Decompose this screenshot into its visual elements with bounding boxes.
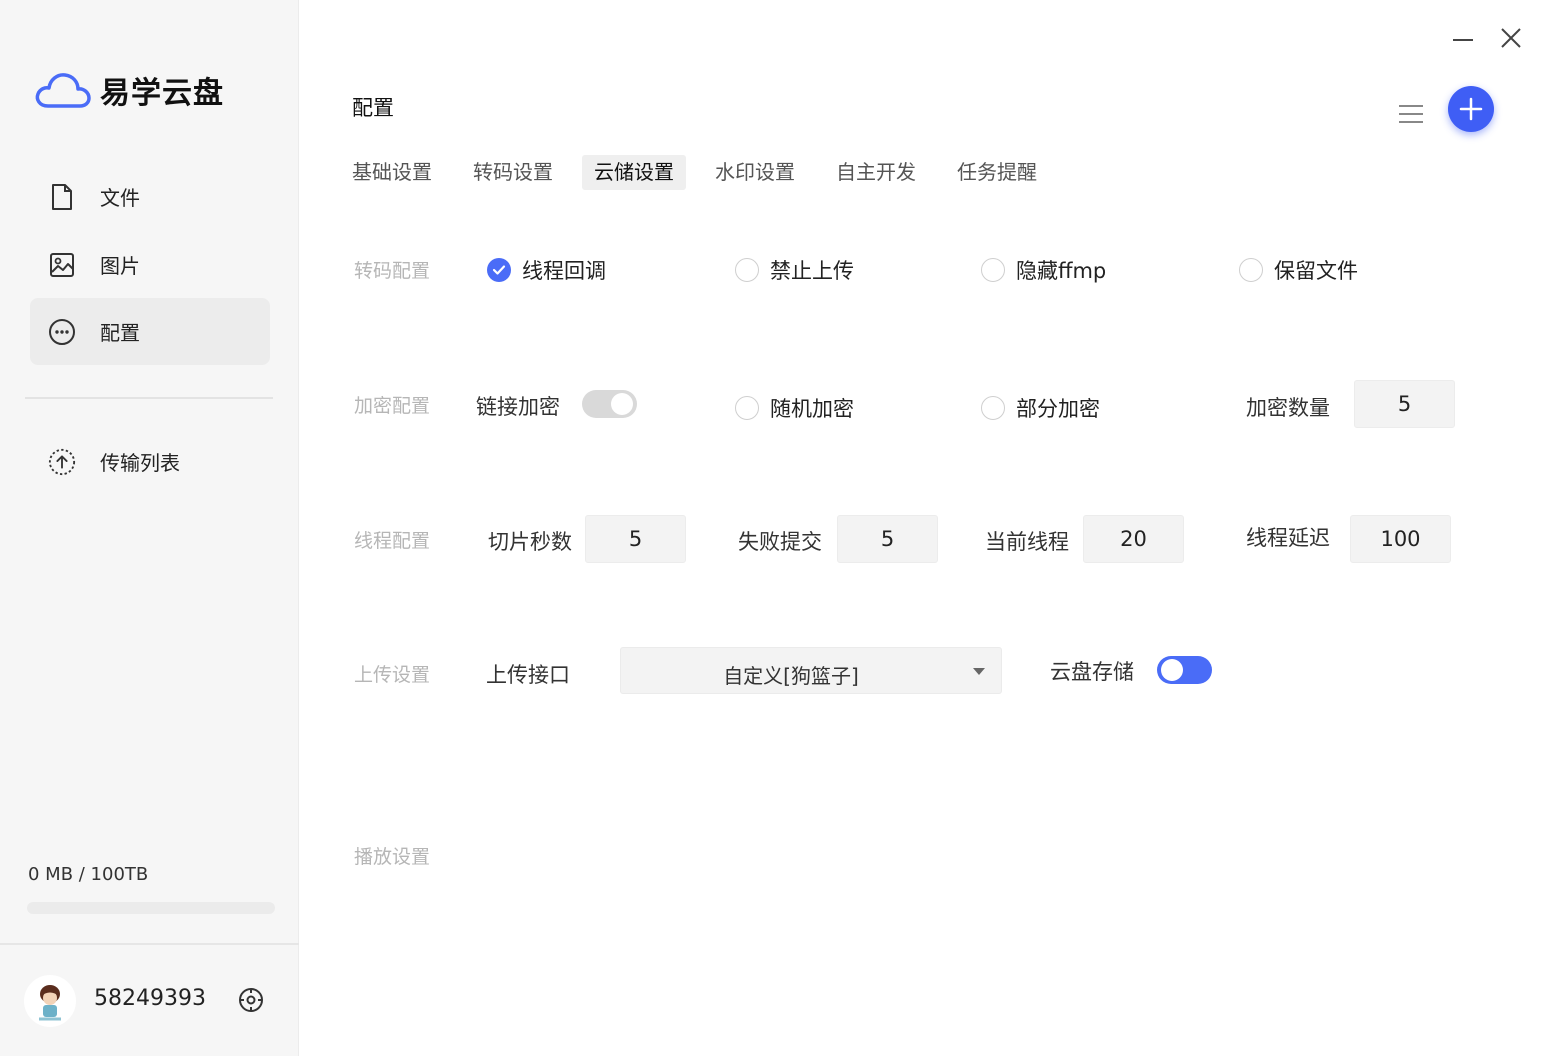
page-title: 配置	[352, 96, 394, 120]
fail-submit-input[interactable]	[837, 515, 938, 563]
sidebar-item-config[interactable]: 配置	[30, 298, 270, 365]
upload-api-select[interactable]: 自定义[狗篮子]	[620, 647, 1002, 694]
tab-transcode-settings[interactable]: 转码设置	[461, 155, 565, 190]
tab-watermark-settings[interactable]: 水印设置	[703, 155, 807, 190]
cloud-storage-label: 云盘存储	[1050, 660, 1134, 684]
upload-api-value: 自定义[狗篮子]	[723, 664, 859, 688]
toggle-knob	[1161, 659, 1183, 681]
sidebar-item-label: 配置	[100, 321, 140, 345]
minimize-icon	[1453, 39, 1473, 41]
sidebar-item-images[interactable]: 图片	[30, 231, 270, 298]
section-label-thread: 线程配置	[354, 530, 431, 552]
option-label: 隐藏ffmp	[1016, 259, 1107, 283]
settings-tabs: 基础设置 转码设置 云储设置 水印设置 自主开发 任务提醒	[340, 155, 1066, 190]
sidebar-item-label: 文件	[100, 186, 140, 210]
option-partial-encrypt[interactable]: 部分加密	[981, 393, 1100, 423]
section-label-transcode: 转码配置	[354, 260, 431, 282]
tab-self-development[interactable]: 自主开发	[824, 155, 928, 190]
encrypt-count-input[interactable]	[1354, 380, 1455, 428]
sidebar-item-files[interactable]: 文件	[30, 163, 270, 230]
checked-radio-icon	[487, 258, 511, 282]
option-forbid-upload[interactable]: 禁止上传	[735, 255, 854, 285]
upload-icon	[48, 448, 76, 476]
avatar[interactable]	[24, 975, 76, 1027]
current-thread-input[interactable]	[1083, 515, 1184, 563]
tab-basic-settings[interactable]: 基础设置	[340, 155, 444, 190]
slice-seconds-label: 切片秒数	[488, 530, 572, 554]
sidebar: 易学云盘 文件 图片 配置 传输列表 0 MB / 100TB 58249393	[0, 0, 299, 1056]
settings-button[interactable]	[237, 986, 265, 1014]
sidebar-footer-divider	[0, 943, 299, 945]
add-button[interactable]	[1448, 86, 1494, 132]
upload-api-label: 上传接口	[486, 663, 570, 687]
cloud-logo-icon	[35, 73, 91, 108]
radio-icon	[981, 396, 1005, 420]
radio-icon	[981, 258, 1005, 282]
username: 58249393	[94, 986, 206, 1011]
encrypt-count-label: 加密数量	[1246, 396, 1330, 420]
storage-progress-bar	[27, 902, 275, 914]
caret-down-icon	[973, 668, 985, 675]
sidebar-item-label: 传输列表	[100, 451, 180, 475]
option-keep-files[interactable]: 保留文件	[1239, 255, 1358, 285]
hamburger-menu-icon	[1399, 105, 1423, 123]
option-label: 随机加密	[770, 397, 854, 421]
more-icon	[48, 318, 76, 346]
tab-task-reminder[interactable]: 任务提醒	[945, 155, 1049, 190]
storage-usage-text: 0 MB / 100TB	[28, 864, 149, 885]
link-encrypt-label: 链接加密	[476, 395, 560, 419]
option-label: 保留文件	[1274, 259, 1358, 283]
section-label-play: 播放设置	[354, 846, 431, 868]
thread-delay-label: 线程延迟	[1246, 526, 1330, 550]
close-button[interactable]	[1497, 24, 1525, 52]
tab-cloud-storage-settings[interactable]: 云储设置	[582, 155, 686, 190]
option-label: 部分加密	[1016, 397, 1100, 421]
sidebar-item-label: 图片	[100, 254, 140, 278]
image-icon	[48, 251, 76, 279]
radio-icon	[735, 258, 759, 282]
option-hide-ffmp[interactable]: 隐藏ffmp	[981, 255, 1106, 285]
thread-delay-input[interactable]	[1350, 515, 1451, 563]
close-icon	[1501, 28, 1521, 48]
option-label: 禁止上传	[770, 259, 854, 283]
radio-icon	[735, 396, 759, 420]
plus-icon	[1459, 97, 1483, 121]
slice-seconds-input[interactable]	[585, 515, 686, 563]
toggle-knob	[611, 393, 633, 415]
fail-submit-label: 失败提交	[738, 530, 822, 554]
file-icon	[48, 183, 76, 211]
radio-icon	[1239, 258, 1263, 282]
sidebar-item-transfer-list[interactable]: 传输列表	[30, 428, 270, 495]
cloud-storage-toggle[interactable]	[1157, 656, 1212, 684]
link-encrypt-toggle[interactable]	[582, 390, 637, 418]
section-label-encrypt: 加密配置	[354, 395, 431, 417]
section-label-upload: 上传设置	[354, 664, 431, 686]
menu-button[interactable]	[1396, 100, 1426, 128]
option-thread-callback[interactable]: 线程回调	[487, 255, 606, 285]
current-thread-label: 当前线程	[985, 530, 1069, 554]
option-random-encrypt[interactable]: 随机加密	[735, 393, 854, 423]
sidebar-divider	[25, 397, 273, 399]
gear-icon	[239, 988, 263, 1012]
option-label: 线程回调	[522, 259, 606, 283]
minimize-button[interactable]	[1450, 24, 1476, 50]
app-logo: 易学云盘	[34, 68, 224, 112]
app-name: 易学云盘	[100, 76, 224, 111]
